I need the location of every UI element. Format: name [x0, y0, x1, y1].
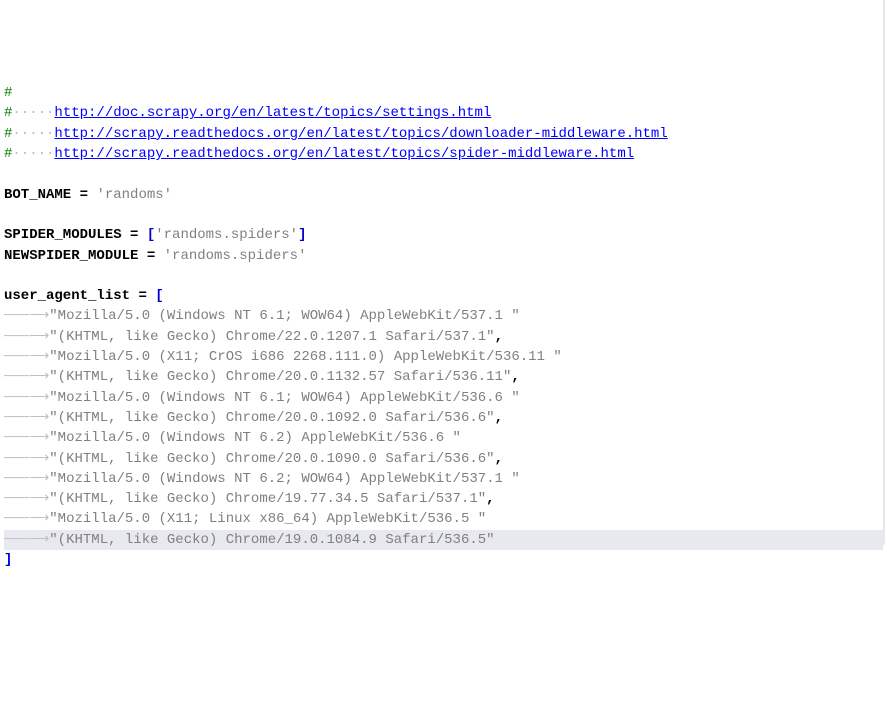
code-line[interactable]: SPIDER_MODULES = ['randoms.spiders'] [4, 225, 883, 245]
code-line[interactable]: ───⟶"Mozilla/5.0 (Windows NT 6.1; WOW64)… [4, 306, 883, 326]
token-tab-arrow: ───⟶ [4, 390, 49, 406]
code-line[interactable]: ───⟶"Mozilla/5.0 (Windows NT 6.2) AppleW… [4, 428, 883, 448]
code-line[interactable]: ───⟶"Mozilla/5.0 (Windows NT 6.2; WOW64)… [4, 469, 883, 489]
token-ident: user_agent_list [4, 288, 130, 304]
token-op: = [80, 187, 88, 203]
token-op: , [511, 369, 519, 385]
code-line[interactable] [4, 164, 883, 184]
code-line[interactable]: BOT_NAME = 'randoms' [4, 185, 883, 205]
token-string: "(KHTML, like Gecko) Chrome/19.0.1084.9 … [49, 532, 494, 548]
token-bracket: [ [155, 288, 163, 304]
token-tab-arrow: ───⟶ [4, 369, 49, 385]
token-bracket: ] [4, 552, 12, 568]
token-string: "Mozilla/5.0 (Windows NT 6.1; WOW64) App… [49, 308, 519, 324]
token-tab-arrow: ───⟶ [4, 349, 49, 365]
token-link: http://scrapy.readthedocs.org/en/latest/… [54, 126, 667, 142]
token-string: "(KHTML, like Gecko) Chrome/20.0.1132.57… [49, 369, 511, 385]
token-ident: SPIDER_MODULES [4, 227, 122, 243]
code-line[interactable]: #·····http://doc.scrapy.org/en/latest/to… [4, 103, 883, 123]
token-plain [138, 227, 146, 243]
token-tab-arrow: ───⟶ [4, 329, 49, 345]
token-bracket: [ [147, 227, 155, 243]
code-line[interactable]: ───⟶"(KHTML, like Gecko) Chrome/20.0.109… [4, 449, 883, 469]
token-tab-arrow: ───⟶ [4, 430, 49, 446]
token-string: "Mozilla/5.0 (X11; CrOS i686 2268.111.0)… [49, 349, 561, 365]
token-string: "(KHTML, like Gecko) Chrome/20.0.1090.0 … [49, 451, 494, 467]
token-link: http://doc.scrapy.org/en/latest/topics/s… [54, 105, 491, 121]
token-plain [138, 248, 146, 264]
token-string: "Mozilla/5.0 (Windows NT 6.1; WOW64) App… [49, 390, 519, 406]
token-op: , [495, 410, 503, 426]
code-line[interactable]: # [4, 83, 883, 103]
token-link: http://scrapy.readthedocs.org/en/latest/… [54, 146, 634, 162]
token-bracket: ] [298, 227, 306, 243]
code-line[interactable]: ───⟶"(KHTML, like Gecko) Chrome/22.0.120… [4, 327, 883, 347]
code-line[interactable]: ───⟶"(KHTML, like Gecko) Chrome/19.0.108… [4, 530, 883, 550]
code-line[interactable]: #·····http://scrapy.readthedocs.org/en/l… [4, 144, 883, 164]
code-line[interactable]: ───⟶"Mozilla/5.0 (X11; CrOS i686 2268.11… [4, 347, 883, 367]
token-tab-arrow: ───⟶ [4, 491, 49, 507]
token-op: , [495, 329, 503, 345]
token-ident: NEWSPIDER_MODULE [4, 248, 138, 264]
token-plain [122, 227, 130, 243]
token-comment-dot: ····· [12, 146, 54, 162]
token-plain [155, 248, 163, 264]
code-line[interactable]: NEWSPIDER_MODULE = 'randoms.spiders' [4, 246, 883, 266]
token-plain [147, 288, 155, 304]
token-ident: BOT_NAME [4, 187, 71, 203]
code-line[interactable] [4, 570, 883, 590]
token-op: , [486, 491, 494, 507]
code-line[interactable]: ───⟶"Mozilla/5.0 (X11; Linux x86_64) App… [4, 509, 883, 529]
token-string: "Mozilla/5.0 (Windows NT 6.2) AppleWebKi… [49, 430, 461, 446]
code-line[interactable] [4, 266, 883, 286]
code-line[interactable]: ] [4, 550, 883, 570]
token-tab-arrow: ───⟶ [4, 532, 49, 548]
token-tab-arrow: ───⟶ [4, 451, 49, 467]
right-margin-ruler [883, 0, 885, 545]
token-string: "(KHTML, like Gecko) Chrome/20.0.1092.0 … [49, 410, 494, 426]
token-op: = [138, 288, 146, 304]
token-comment-dot: ····· [12, 126, 54, 142]
token-string: 'randoms.spiders' [155, 227, 298, 243]
token-string: 'randoms' [96, 187, 172, 203]
code-line[interactable] [4, 205, 883, 225]
token-string: 'randoms.spiders' [164, 248, 307, 264]
code-line[interactable]: user_agent_list = [ [4, 286, 883, 306]
code-line[interactable]: #·····http://scrapy.readthedocs.org/en/l… [4, 124, 883, 144]
token-op: , [495, 451, 503, 467]
code-line[interactable]: ───⟶"(KHTML, like Gecko) Chrome/19.77.34… [4, 489, 883, 509]
code-line[interactable]: ───⟶"(KHTML, like Gecko) Chrome/20.0.109… [4, 408, 883, 428]
token-tab-arrow: ───⟶ [4, 471, 49, 487]
token-plain [71, 187, 79, 203]
token-string: "Mozilla/5.0 (Windows NT 6.2; WOW64) App… [49, 471, 519, 487]
token-tab-arrow: ───⟶ [4, 511, 49, 527]
token-comment-dot: ····· [12, 105, 54, 121]
token-string: "Mozilla/5.0 (X11; Linux x86_64) AppleWe… [49, 511, 486, 527]
token-comment: # [4, 85, 12, 101]
code-line[interactable]: ───⟶"Mozilla/5.0 (Windows NT 6.1; WOW64)… [4, 388, 883, 408]
token-string: "(KHTML, like Gecko) Chrome/22.0.1207.1 … [49, 329, 494, 345]
token-tab-arrow: ───⟶ [4, 410, 49, 426]
token-tab-arrow: ───⟶ [4, 308, 49, 324]
token-op: = [147, 248, 155, 264]
token-string: "(KHTML, like Gecko) Chrome/19.77.34.5 S… [49, 491, 486, 507]
code-editor[interactable]: # #·····http://doc.scrapy.org/en/latest/t… [4, 83, 883, 590]
code-line[interactable]: ───⟶"(KHTML, like Gecko) Chrome/20.0.113… [4, 367, 883, 387]
